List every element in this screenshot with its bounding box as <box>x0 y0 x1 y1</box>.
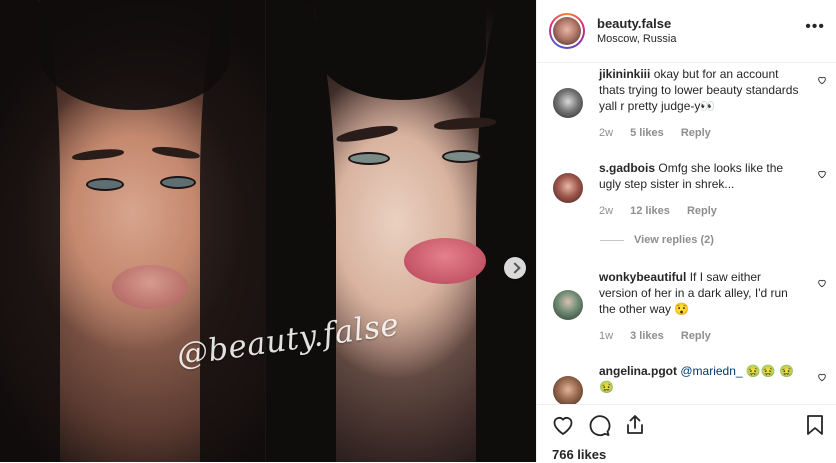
commenter-avatar[interactable] <box>553 290 583 320</box>
share-icon[interactable] <box>623 413 647 437</box>
commenter-avatar[interactable] <box>553 376 583 405</box>
comment-time: 1w <box>599 330 614 342</box>
bookmark-icon[interactable] <box>803 413 827 437</box>
chevron-right-icon[interactable] <box>504 257 526 279</box>
heart-icon[interactable] <box>817 372 827 382</box>
heart-icon[interactable] <box>817 75 827 85</box>
photo-before <box>0 0 266 462</box>
view-replies-button[interactable]: View replies (2) <box>634 234 714 246</box>
comment-text: jikininkiii okay but for an account that… <box>599 66 799 114</box>
post-header: beauty.false Moscow, Russia ••• <box>537 0 836 63</box>
comment-meta: 2w 5 likes Reply <box>599 127 725 139</box>
post-media[interactable]: @beauty.false <box>0 0 536 462</box>
reply-button[interactable]: Reply <box>687 205 717 217</box>
comment-meta: 2w 12 likes Reply <box>599 205 731 217</box>
reply-button[interactable]: Reply <box>681 330 711 342</box>
commenter-avatar[interactable] <box>553 88 583 118</box>
comment-text: angelina.pgot @mariedn_ 🤢🤢 🤢🤢 <box>599 363 799 395</box>
post-panel: beauty.false Moscow, Russia ••• jikinink… <box>536 0 836 462</box>
comment-meta: 1w 3 likes Reply <box>599 330 725 342</box>
reply-button[interactable]: Reply <box>681 127 711 139</box>
comment-mention[interactable]: @mariedn_ <box>680 364 742 378</box>
comments-list[interactable]: jikininkiii okay but for an account that… <box>537 63 836 405</box>
comment-username[interactable]: angelina.pgot <box>599 364 677 378</box>
comment-text: wonkybeautiful If I saw either version o… <box>599 269 799 317</box>
comment-username[interactable]: jikininkiii <box>599 67 650 81</box>
action-bar: 766 likes <box>537 404 836 463</box>
likes-count[interactable]: 766 likes <box>552 447 606 462</box>
comment-likes[interactable]: 12 likes <box>630 205 670 217</box>
heart-icon[interactable] <box>817 278 827 288</box>
author-avatar[interactable] <box>549 13 585 49</box>
author-username[interactable]: beauty.false <box>597 16 671 31</box>
comment-likes[interactable]: 5 likes <box>630 127 664 139</box>
comment-likes[interactable]: 3 likes <box>630 330 664 342</box>
comment-time: 2w <box>599 205 614 217</box>
commenter-avatar[interactable] <box>553 173 583 203</box>
post-location[interactable]: Moscow, Russia <box>597 33 676 45</box>
comment-text: s.gadbois Omfg she looks like the ugly s… <box>599 160 799 192</box>
heart-icon[interactable] <box>817 169 827 179</box>
heart-icon[interactable] <box>551 413 575 437</box>
comment-time: 2w <box>599 127 614 139</box>
comment-icon[interactable] <box>587 413 611 437</box>
more-options-icon[interactable]: ••• <box>805 19 825 35</box>
comment-username[interactable]: s.gadbois <box>599 161 655 175</box>
comment-username[interactable]: wonkybeautiful <box>599 270 686 284</box>
photo-after <box>266 0 536 462</box>
